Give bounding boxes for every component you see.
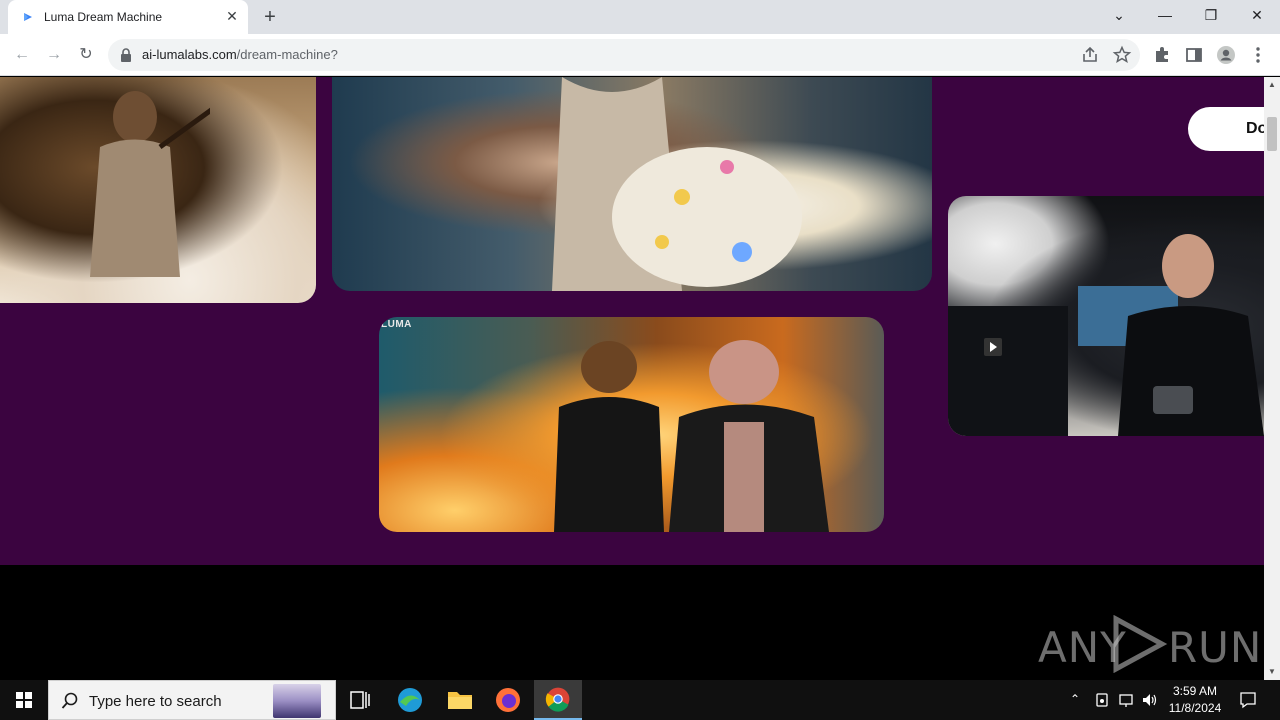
profile-avatar-icon[interactable] bbox=[1216, 45, 1236, 65]
luma-favicon-icon bbox=[24, 13, 32, 21]
volume-icon[interactable] bbox=[1141, 691, 1159, 709]
tab-search-icon[interactable]: ⌄ bbox=[1105, 4, 1133, 26]
windows-taskbar: Type here to search ⌃ 3:59 AM 11/8/2024 bbox=[0, 680, 1280, 720]
chrome-icon[interactable] bbox=[534, 680, 582, 720]
anyrun-watermark: ANY RUN bbox=[1038, 613, 1261, 673]
clock-date: 11/8/2024 bbox=[1168, 701, 1222, 715]
download-button[interactable]: Down bbox=[1188, 107, 1264, 151]
bookmark-star-icon[interactable] bbox=[1112, 45, 1132, 65]
back-button[interactable]: ← bbox=[10, 43, 34, 67]
task-view-icon[interactable] bbox=[336, 680, 384, 720]
reload-button[interactable]: ↻ bbox=[74, 43, 98, 67]
figure-silhouette-icon bbox=[90, 91, 210, 277]
onedrive-icon[interactable] bbox=[1094, 691, 1112, 709]
tab-title: Luma Dream Machine bbox=[44, 10, 163, 24]
taskbar-search-box[interactable]: Type here to search bbox=[48, 680, 336, 720]
edge-browser-icon[interactable] bbox=[386, 680, 434, 720]
search-icon bbox=[61, 692, 78, 709]
browser-toolbar: ← → ↻ ai-lumalabs.com/dream-machine? bbox=[0, 34, 1280, 76]
firefox-icon[interactable] bbox=[484, 680, 532, 720]
woman-flowers-image[interactable] bbox=[332, 77, 932, 291]
play-icon[interactable] bbox=[984, 338, 1002, 356]
url-path: /dream-machine? bbox=[236, 47, 338, 62]
man-camera-studio-image[interactable] bbox=[948, 196, 1264, 436]
side-panel-icon[interactable] bbox=[1184, 45, 1204, 65]
url-host: ai-lumalabs.com bbox=[142, 47, 237, 62]
bouquet-shape-icon bbox=[552, 77, 802, 291]
page-viewport: LUMA Down ANY RUN bbox=[0, 77, 1264, 680]
clock-time: 3:59 AM bbox=[1172, 684, 1218, 698]
studio-scene-icon bbox=[948, 234, 1264, 436]
scroll-thumb[interactable] bbox=[1267, 117, 1277, 151]
watermark-text-right: RUN bbox=[1168, 623, 1263, 672]
extensions-puzzle-icon[interactable] bbox=[1152, 45, 1172, 65]
windows-start-icon[interactable] bbox=[0, 680, 48, 720]
bear-pig-explosion-image[interactable]: LUMA bbox=[379, 317, 884, 532]
tray-chevron-icon[interactable]: ⌃ bbox=[1070, 692, 1080, 720]
luma-video-tag: LUMA bbox=[381, 319, 412, 330]
download-button-label: Down bbox=[1246, 120, 1264, 137]
tab-luma-dream-machine[interactable]: Luma Dream Machine ✕ bbox=[8, 0, 248, 34]
lock-icon bbox=[121, 48, 131, 62]
forward-button[interactable]: → bbox=[42, 43, 66, 67]
search-highlight-image bbox=[273, 684, 321, 718]
minimize-button[interactable]: — bbox=[1151, 4, 1179, 26]
tab-close-icon[interactable]: ✕ bbox=[224, 8, 240, 24]
address-bar[interactable]: ai-lumalabs.com/dream-machine? bbox=[108, 39, 1140, 71]
new-tab-button[interactable]: + bbox=[258, 5, 282, 29]
scroll-up-arrow-icon[interactable]: ▲ bbox=[1264, 77, 1280, 93]
bear-pig-figures-icon bbox=[554, 340, 829, 532]
network-icon[interactable] bbox=[1118, 691, 1136, 709]
play-logo-icon bbox=[1113, 615, 1168, 673]
close-window-button[interactable]: ✕ bbox=[1243, 4, 1271, 26]
file-explorer-icon[interactable] bbox=[436, 680, 484, 720]
scroll-down-arrow-icon[interactable]: ▼ bbox=[1264, 664, 1280, 680]
system-clock[interactable]: 3:59 AM 11/8/2024 bbox=[1160, 683, 1230, 717]
notification-center-icon[interactable] bbox=[1238, 690, 1258, 710]
url-text: ai-lumalabs.com/dream-machine? bbox=[142, 47, 338, 62]
share-icon[interactable] bbox=[1080, 45, 1100, 65]
old-man-banjo-image[interactable] bbox=[0, 77, 316, 303]
restore-button[interactable]: ❐ bbox=[1197, 4, 1225, 26]
chrome-menu-icon[interactable] bbox=[1248, 45, 1268, 65]
search-placeholder: Type here to search bbox=[89, 693, 222, 710]
tab-strip: Luma Dream Machine ✕ + ⌄ — ❐ ✕ bbox=[0, 0, 1280, 34]
page-scrollbar[interactable]: ▲ ▼ bbox=[1264, 77, 1280, 680]
